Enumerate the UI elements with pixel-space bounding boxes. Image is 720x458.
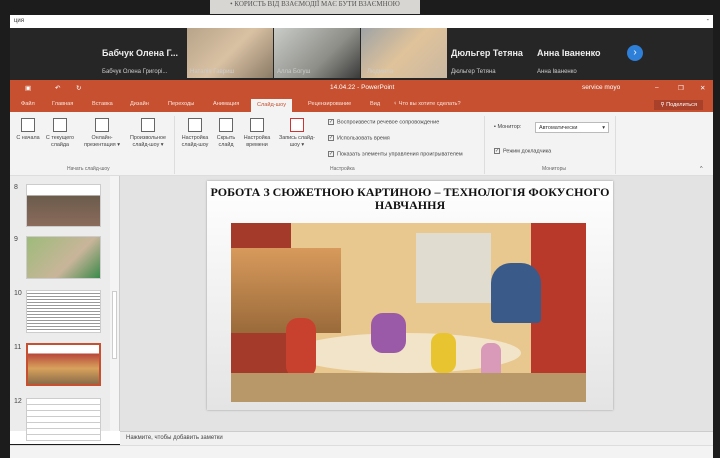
presenter-view-checkbox[interactable]: ✓ Режим докладчика xyxy=(494,148,551,154)
next-participants-button[interactable]: › xyxy=(627,45,643,61)
globe-projector-icon xyxy=(95,118,109,132)
tab-review[interactable]: Рецензирование xyxy=(308,101,351,107)
tab-design[interactable]: Дизайн xyxy=(130,101,149,107)
narration-checkbox[interactable]: ✓ Воспроизвести речевое сопровождение xyxy=(328,119,439,125)
tab-home[interactable]: Главная xyxy=(52,101,73,107)
monitor-select[interactable]: Автоматически ▾ xyxy=(535,122,609,133)
setup-slideshow-button[interactable]: Настройка слайд-шоу xyxy=(178,118,212,149)
tab-file[interactable]: Файл xyxy=(21,101,35,107)
participant-label: Анна Іваненко xyxy=(537,69,577,75)
minimize-icon[interactable]: – xyxy=(655,84,659,91)
tell-me-label: Что вы хотите сделать? xyxy=(398,101,461,107)
slide-thumbnail[interactable] xyxy=(26,398,101,441)
share-button[interactable]: ⚲ Поделиться xyxy=(654,100,703,110)
video-tile[interactable]: Наталія Гавриш xyxy=(187,28,273,78)
tab-slideshow[interactable]: Слайд-шоу xyxy=(251,99,292,112)
participant-label: Алла Богуш xyxy=(277,69,311,75)
projector-icon xyxy=(53,118,67,132)
from-current-button[interactable]: С текущего слайда xyxy=(42,118,78,149)
save-icon[interactable]: ▣ xyxy=(25,84,31,92)
tab-view[interactable]: Вид xyxy=(370,101,380,107)
story-picture-cafe-scene xyxy=(231,223,586,402)
stopwatch-icon xyxy=(250,118,264,132)
restore-icon[interactable]: ❐ xyxy=(678,84,684,92)
tab-transitions[interactable]: Переходы xyxy=(168,101,194,107)
slide-number: 10 xyxy=(14,290,22,297)
custom-show-icon xyxy=(141,118,155,132)
slide-number: 8 xyxy=(14,184,18,191)
participant-label: Наталія Гавриш xyxy=(190,69,235,75)
hide-slide-icon xyxy=(219,118,233,132)
play-presentation-icon xyxy=(21,118,35,132)
slide-thumbnail-selected[interactable] xyxy=(26,343,101,386)
editor-area: 8 9 10 11 12 РОБОТА З СЮЖЕТНОЮ КАРТИНОЮ … xyxy=(10,176,713,441)
scrollbar-thumb[interactable] xyxy=(112,291,117,359)
slide-number: 9 xyxy=(14,236,18,243)
show-media-controls-checkbox[interactable]: ✓ Показать элементы управления проигрыват… xyxy=(328,151,463,157)
divider xyxy=(174,116,175,174)
hide-slide-button[interactable]: Скрыть слайд xyxy=(214,118,238,149)
slide-number: 11 xyxy=(14,344,22,351)
setup-icon xyxy=(188,118,202,132)
monitor-label: ▪ Монитор: xyxy=(494,124,522,130)
participant-name: Анна Іваненко xyxy=(537,48,601,58)
meeting-window: ция - Бабчук Олена Г... Бабчук Олена Гри… xyxy=(10,15,713,458)
tab-animations[interactable]: Анимация xyxy=(213,101,239,107)
rehearse-timings-button[interactable]: Настройка времени xyxy=(240,118,274,149)
ribbon: С начала С текущего слайда Онлайн-презен… xyxy=(10,112,713,176)
share-label: Поделиться xyxy=(666,102,697,108)
participant-label: Людмила xyxy=(367,69,394,75)
status-bar xyxy=(10,445,713,458)
window-title: ция xyxy=(14,18,25,24)
notes-field[interactable]: Нажмите, чтобы добавить заметки xyxy=(120,431,713,445)
collapse-ribbon-icon[interactable]: ^ xyxy=(700,166,703,172)
slide-thumbnail[interactable] xyxy=(26,290,101,333)
divider xyxy=(484,116,485,174)
divider xyxy=(615,116,616,174)
from-beginning-button[interactable]: С начала xyxy=(16,118,40,142)
participant-name: Дюльгер Тетяна xyxy=(451,48,523,58)
slide-thumbnail[interactable] xyxy=(26,236,101,279)
participant-label: Бабчук Олена Григорі... xyxy=(102,69,168,75)
participant-name: Бабчук Олена Г... xyxy=(102,48,178,58)
slide-thumbnails-pane: 8 9 10 11 12 xyxy=(10,176,120,441)
group-label: Мониторы xyxy=(542,166,566,172)
undo-icon[interactable]: ↶ xyxy=(55,84,60,92)
custom-slideshow-button[interactable]: Произвольное слайд-шоу ▾ xyxy=(126,118,170,149)
close-icon[interactable]: ✕ xyxy=(700,84,705,92)
use-timings-checkbox[interactable]: ✓ Использовать время xyxy=(328,135,390,141)
slide-thumbnail[interactable] xyxy=(26,184,101,227)
slide-number: 12 xyxy=(14,398,22,405)
tab-insert[interactable]: Вставка xyxy=(92,101,113,107)
participants-strip: Бабчук Олена Г... Бабчук Олена Григорі..… xyxy=(10,28,713,80)
online-presentation-button[interactable]: Онлайн-презентация ▾ xyxy=(82,118,122,149)
user-name[interactable]: service moyo xyxy=(582,84,620,91)
document-title: 14.04.22 - PowerPoint xyxy=(330,84,395,91)
slide-title: РОБОТА З СЮЖЕТНОЮ КАРТИНОЮ – ТЕХНОЛОГІЯ … xyxy=(210,185,610,212)
video-tile[interactable]: Алла Богуш xyxy=(274,28,360,78)
tell-me-search[interactable]: ♀ Что вы хотите сделать? xyxy=(393,101,461,107)
minimize-button[interactable]: - xyxy=(707,17,709,24)
powerpoint-titlebar: ▣ ↶ ↻ 14.04.22 - PowerPoint service moyo… xyxy=(10,80,713,112)
group-label: Начать слайд-шоу xyxy=(67,166,110,172)
chevron-down-icon: ▾ xyxy=(602,125,605,131)
participant-label: Дюльгер Тетяна xyxy=(451,69,496,75)
redo-icon[interactable]: ↻ xyxy=(76,84,81,92)
group-label: Настройка xyxy=(330,166,355,172)
background-slide-text: • КОРИСТЬ ВІД ВЗАЄМОДІЇ МАЄ БУТИ ВЗАЄМНО… xyxy=(210,0,420,14)
video-tile[interactable]: Людмила xyxy=(361,28,447,78)
current-slide[interactable]: РОБОТА З СЮЖЕТНОЮ КАРТИНОЮ – ТЕХНОЛОГІЯ … xyxy=(207,181,613,410)
record-icon xyxy=(290,118,304,132)
record-slideshow-button[interactable]: Запись слайд-шоу ▾ xyxy=(278,118,316,149)
